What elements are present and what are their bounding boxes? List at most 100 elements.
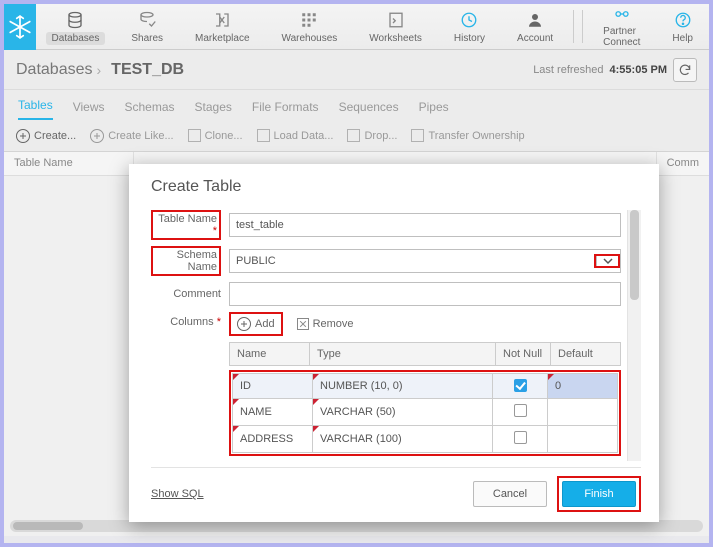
cell-notnull[interactable] (493, 426, 548, 453)
schema-name-label: Schema Name (177, 249, 217, 273)
marketplace-icon (212, 10, 232, 30)
nav-databases[interactable]: Databases (36, 4, 116, 49)
action-create[interactable]: Create... (16, 129, 76, 143)
nav-worksheets[interactable]: Worksheets (353, 4, 438, 49)
tab-views[interactable]: Views (73, 100, 105, 120)
nav-partner-connect[interactable]: Partner Connect (587, 4, 656, 49)
plus-icon (90, 129, 104, 143)
shares-icon (137, 10, 157, 30)
nav-account[interactable]: Account (501, 4, 569, 49)
checkbox-icon (514, 404, 527, 417)
account-icon (525, 10, 545, 30)
schema-dropdown-button[interactable] (596, 256, 618, 266)
column-row[interactable]: ID NUMBER (10, 0) 0 (233, 374, 618, 399)
nav-account-label: Account (511, 32, 559, 45)
cancel-button[interactable]: Cancel (473, 481, 547, 507)
scroll-thumb[interactable] (630, 210, 639, 300)
cell-type[interactable]: VARCHAR (50) (313, 399, 493, 426)
cell-type[interactable]: VARCHAR (100) (313, 426, 493, 453)
col-head-notnull[interactable]: Not Null (496, 343, 551, 366)
toolbar-separator (582, 10, 583, 43)
breadcrumb: Databases › TEST_DB Last refreshed 4:55:… (4, 50, 709, 90)
cell-default[interactable]: 0 (548, 374, 618, 399)
breadcrumb-root[interactable]: Databases (16, 61, 93, 79)
comment-label: Comment (151, 288, 229, 300)
action-load-data[interactable]: Load Data... (257, 129, 334, 142)
tab-tables[interactable]: Tables (18, 98, 53, 120)
remove-column-button[interactable]: Remove (293, 316, 358, 332)
cell-type[interactable]: NUMBER (10, 0) (313, 374, 493, 399)
col-head-type[interactable]: Type (310, 343, 496, 366)
drop-icon (347, 129, 360, 142)
top-toolbar: Databases Shares Marketplace Warehouses … (4, 4, 709, 50)
scroll-thumb[interactable] (13, 522, 83, 530)
chevron-down-icon (603, 256, 613, 266)
nav-shares-label: Shares (125, 32, 169, 45)
col-head-default[interactable]: Default (551, 343, 621, 366)
nav-help-label: Help (666, 32, 699, 45)
object-tabs: Tables Views Schemas Stages File Formats… (4, 90, 709, 120)
last-refreshed-label: Last refreshed (533, 64, 603, 76)
breadcrumb-current: TEST_DB (111, 61, 184, 79)
cell-notnull[interactable] (493, 399, 548, 426)
columns-grid-body: ID NUMBER (10, 0) 0 NAME VARCHAR (50) (232, 373, 618, 453)
tab-pipes[interactable]: Pipes (419, 100, 449, 120)
show-sql-link[interactable]: Show SQL (151, 488, 204, 500)
col-comments[interactable]: Comm (657, 152, 709, 175)
cell-notnull[interactable] (493, 374, 548, 399)
remove-icon (297, 318, 309, 330)
warehouses-icon (299, 10, 319, 30)
transfer-icon (411, 129, 424, 142)
comment-input[interactable] (229, 282, 621, 306)
nav-marketplace-label: Marketplace (189, 32, 255, 45)
columns-grid: Name Type Not Null Default (229, 342, 621, 366)
load-icon (257, 129, 270, 142)
table-actions: Create... Create Like... Clone... Load D… (4, 120, 709, 152)
nav-warehouses[interactable]: Warehouses (266, 4, 354, 49)
checkbox-icon (514, 379, 527, 392)
refresh-button[interactable] (673, 58, 697, 82)
nav-shares[interactable]: Shares (115, 4, 179, 49)
nav-history[interactable]: History (438, 4, 501, 49)
table-name-input[interactable]: test_table (229, 213, 621, 237)
finish-button[interactable]: Finish (562, 481, 636, 507)
brand-logo[interactable] (4, 4, 36, 50)
help-icon (673, 10, 693, 30)
dialog-title: Create Table (151, 178, 641, 196)
dialog-scrollbar[interactable] (627, 210, 641, 461)
cell-name[interactable]: ID (233, 374, 313, 399)
nav-worksheets-label: Worksheets (363, 32, 428, 45)
nav-partner-label: Partner Connect (597, 25, 646, 49)
database-icon (65, 10, 85, 30)
tab-schemas[interactable]: Schemas (124, 100, 174, 120)
schema-name-select[interactable]: PUBLIC (229, 249, 621, 273)
action-clone[interactable]: Clone... (188, 129, 243, 142)
nav-history-label: History (448, 32, 491, 45)
nav-help[interactable]: Help (656, 4, 709, 49)
cell-name[interactable]: ADDRESS (233, 426, 313, 453)
action-create-like[interactable]: Create Like... (90, 129, 173, 143)
last-refreshed-time: 4:55:05 PM (610, 64, 667, 76)
checkbox-icon (514, 431, 527, 444)
cell-default[interactable] (548, 426, 618, 453)
col-table-name[interactable]: Table Name (4, 152, 134, 175)
column-row[interactable]: NAME VARCHAR (50) (233, 399, 618, 426)
history-icon (459, 10, 479, 30)
nav-warehouses-label: Warehouses (276, 32, 344, 45)
tab-stages[interactable]: Stages (195, 100, 232, 120)
add-column-button[interactable]: Add (233, 315, 279, 333)
plus-icon (16, 129, 30, 143)
tab-file-formats[interactable]: File Formats (252, 100, 319, 120)
tab-sequences[interactable]: Sequences (339, 100, 399, 120)
col-head-name[interactable]: Name (230, 343, 310, 366)
cell-default[interactable] (548, 399, 618, 426)
breadcrumb-sep: › (97, 62, 102, 78)
nav-marketplace[interactable]: Marketplace (179, 4, 265, 49)
column-row[interactable]: ADDRESS VARCHAR (100) (233, 426, 618, 453)
action-drop[interactable]: Drop... (347, 129, 397, 142)
toolbar-separator (573, 10, 574, 43)
cell-name[interactable]: NAME (233, 399, 313, 426)
table-name-label: Table Name (158, 213, 217, 225)
action-transfer[interactable]: Transfer Ownership (411, 129, 524, 142)
columns-label: Columns (170, 316, 213, 328)
